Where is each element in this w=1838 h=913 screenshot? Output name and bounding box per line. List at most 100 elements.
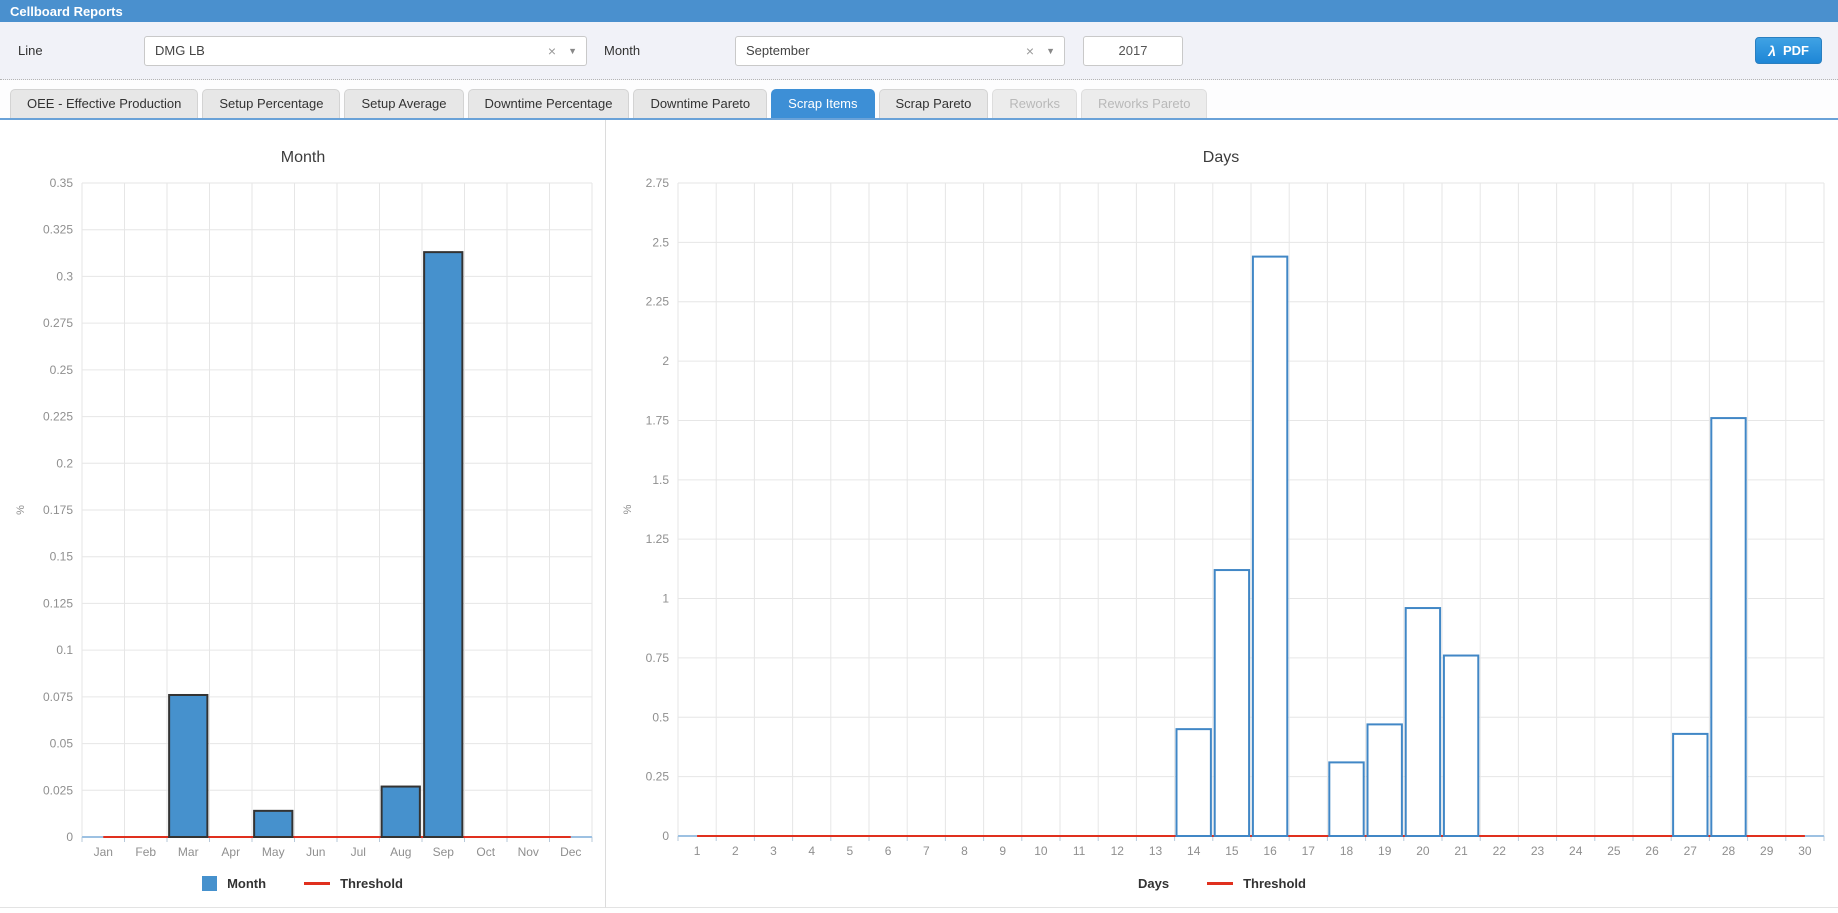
charts-area: 00.0250.050.0750.10.1250.150.1750.20.225… xyxy=(0,120,1838,913)
month-chevron-down-icon[interactable]: ▼ xyxy=(1046,46,1055,56)
y-tick-label: 2.25 xyxy=(646,295,670,309)
x-tick-label: 14 xyxy=(1187,844,1201,858)
x-tick-label: 4 xyxy=(808,844,815,858)
line-label: Line xyxy=(0,43,144,58)
y-tick-label: 0.25 xyxy=(646,770,670,784)
month-clear-icon[interactable]: × xyxy=(1026,44,1034,58)
bar-18 xyxy=(1329,762,1363,836)
tab-downtime-percentage[interactable]: Downtime Percentage xyxy=(468,89,630,118)
y-tick-label: 0.175 xyxy=(43,503,73,517)
x-tick-label: Mar xyxy=(178,845,199,859)
x-tick-label: Oct xyxy=(476,845,495,859)
bar-May xyxy=(254,811,292,837)
x-tick-label: 3 xyxy=(770,844,777,858)
bar-27 xyxy=(1673,734,1707,836)
month-legend-label: Month xyxy=(227,876,266,891)
x-tick-label: 5 xyxy=(847,844,854,858)
y-tick-label: 0.2 xyxy=(56,456,73,470)
y-tick-label: 0.1 xyxy=(56,643,73,657)
y-tick-label: 0.325 xyxy=(43,223,73,237)
x-tick-label: Feb xyxy=(135,845,156,859)
x-tick-label: Jul xyxy=(351,845,366,859)
y-tick-label: 1.75 xyxy=(646,413,670,427)
x-tick-label: 25 xyxy=(1607,844,1621,858)
titlebar: Cellboard Reports xyxy=(0,0,1838,22)
x-tick-label: Sep xyxy=(433,845,455,859)
tab-setup-average[interactable]: Setup Average xyxy=(344,89,463,118)
x-tick-label: 27 xyxy=(1684,844,1698,858)
y-tick-label: 0.05 xyxy=(50,737,74,751)
y-axis-label: % xyxy=(622,504,634,514)
days-chart-legend: Days Threshold xyxy=(606,876,1838,891)
x-tick-label: 12 xyxy=(1111,844,1125,858)
x-tick-label: May xyxy=(262,845,285,859)
y-tick-label: 0 xyxy=(662,829,669,843)
tab-scrap-pareto[interactable]: Scrap Pareto xyxy=(879,89,989,118)
bar-15 xyxy=(1215,570,1249,836)
y-tick-label: 1.5 xyxy=(652,473,669,487)
month-chart: 00.0250.050.0750.10.1250.150.1750.20.225… xyxy=(0,120,606,908)
threshold-line-icon xyxy=(304,882,330,885)
line-chevron-down-icon[interactable]: ▼ xyxy=(568,46,577,56)
x-tick-label: Dec xyxy=(560,845,581,859)
x-tick-label: 29 xyxy=(1760,844,1774,858)
month-series-swatch xyxy=(202,876,217,891)
x-tick-label: 7 xyxy=(923,844,930,858)
x-tick-label: 9 xyxy=(999,844,1006,858)
tab-oee-effective-production[interactable]: OEE - Effective Production xyxy=(10,89,198,118)
x-tick-label: 19 xyxy=(1378,844,1392,858)
x-tick-label: 21 xyxy=(1454,844,1468,858)
tab-downtime-pareto[interactable]: Downtime Pareto xyxy=(633,89,767,118)
month-chart-legend: Month Threshold xyxy=(0,876,605,891)
bar-21 xyxy=(1444,656,1478,836)
app-root: Cellboard Reports Line DMG LB × ▼ Month … xyxy=(0,0,1838,913)
y-tick-label: 2 xyxy=(662,354,669,368)
y-tick-label: 1 xyxy=(662,592,669,606)
x-tick-label: Aug xyxy=(390,845,411,859)
x-tick-label: 11 xyxy=(1073,844,1086,858)
days-legend-label: Days xyxy=(1138,876,1169,891)
y-tick-label: 0.075 xyxy=(43,690,73,704)
chart-title: Month xyxy=(281,149,325,166)
tab-scrap-items[interactable]: Scrap Items xyxy=(771,89,874,118)
line-combobox[interactable]: DMG LB × ▼ xyxy=(144,36,587,66)
y-tick-label: 0.75 xyxy=(646,651,670,665)
y-tick-label: 1.25 xyxy=(646,532,670,546)
days-chart-panel: 00.250.50.7511.251.51.7522.252.52.751234… xyxy=(606,120,1838,908)
y-tick-label: 0.275 xyxy=(43,316,73,330)
days-chart: 00.250.50.7511.251.51.7522.252.52.751234… xyxy=(606,120,1837,908)
filter-bar: Line DMG LB × ▼ Month September × ▼ 2017… xyxy=(0,22,1838,80)
x-tick-label: 24 xyxy=(1569,844,1583,858)
x-tick-label: 22 xyxy=(1493,844,1507,858)
x-tick-label: Nov xyxy=(518,845,539,859)
x-tick-label: 20 xyxy=(1416,844,1430,858)
month-chart-panel: 00.0250.050.0750.10.1250.150.1750.20.225… xyxy=(0,120,606,908)
bar-14 xyxy=(1177,729,1211,836)
x-tick-label: 1 xyxy=(694,844,701,858)
line-clear-icon[interactable]: × xyxy=(548,44,556,58)
threshold-line-icon xyxy=(1207,882,1233,885)
month-combobox[interactable]: September × ▼ xyxy=(735,36,1065,66)
x-tick-label: Jan xyxy=(94,845,113,859)
year-input[interactable]: 2017 xyxy=(1083,36,1183,66)
chart-title: Days xyxy=(1203,149,1239,166)
x-tick-label: 30 xyxy=(1798,844,1812,858)
y-tick-label: 0.3 xyxy=(56,269,73,283)
bar-Aug xyxy=(382,787,420,837)
x-tick-label: 15 xyxy=(1225,844,1239,858)
bar-Sep xyxy=(424,252,462,837)
y-tick-label: 0 xyxy=(66,830,73,844)
tab-reworks-pareto: Reworks Pareto xyxy=(1081,89,1207,118)
x-tick-label: 16 xyxy=(1263,844,1277,858)
x-tick-label: Jun xyxy=(306,845,325,859)
pdf-button[interactable]: λ PDF xyxy=(1755,37,1822,64)
y-tick-label: 0.125 xyxy=(43,596,73,610)
x-tick-label: 17 xyxy=(1302,844,1316,858)
tab-setup-percentage[interactable]: Setup Percentage xyxy=(202,89,340,118)
x-tick-label: 2 xyxy=(732,844,739,858)
bar-28 xyxy=(1711,418,1745,836)
x-tick-label: 13 xyxy=(1149,844,1163,858)
bar-Mar xyxy=(169,695,207,837)
tab-strip: OEE - Effective ProductionSetup Percenta… xyxy=(0,80,1838,120)
threshold-legend-label: Threshold xyxy=(1243,876,1306,891)
